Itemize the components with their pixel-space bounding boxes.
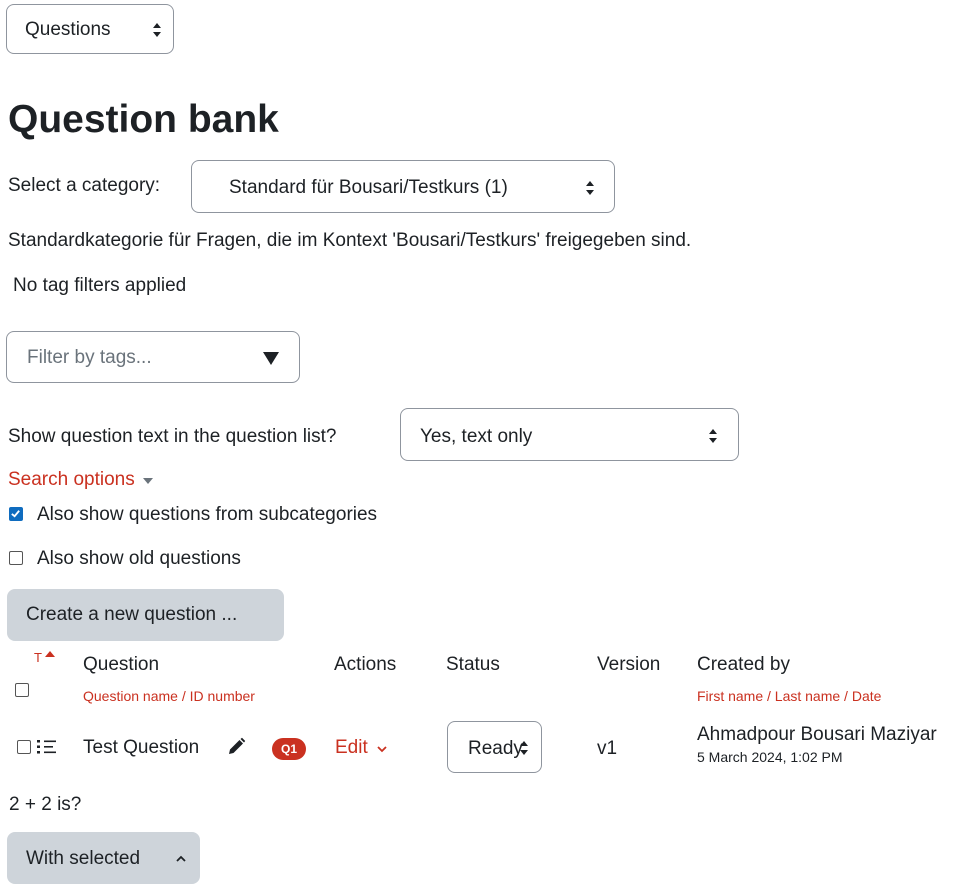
caret-down-icon — [142, 478, 153, 484]
search-options-label: Search options — [8, 469, 135, 490]
type-sort-label: T — [34, 650, 42, 665]
show-text-select-value: Yes, text only — [420, 426, 533, 447]
category-select[interactable]: Standard für Bousari/Testkurs (1) — [191, 160, 615, 213]
show-text-label: Show question text in the question list? — [8, 426, 337, 447]
status-select-value: Ready — [468, 738, 523, 759]
nav-select-value: Questions — [25, 19, 111, 40]
row-select-checkbox[interactable] — [17, 740, 31, 754]
edit-menu-label: Edit — [335, 737, 368, 758]
sort-question-name-link[interactable]: Question name / ID number — [83, 688, 255, 704]
chevron-down-icon — [377, 745, 387, 752]
sort-created-by-link[interactable]: First name / Last name / Date — [697, 688, 881, 704]
updown-arrow-icon — [153, 23, 162, 37]
header-version: Version — [597, 654, 661, 675]
check-icon — [11, 510, 20, 518]
sort-asc-icon — [44, 651, 55, 657]
created-date: 5 March 2024, 1:02 PM — [697, 749, 843, 765]
header-status: Status — [446, 654, 500, 675]
creator-name: Ahmadpour Bousari Maziyar — [697, 724, 937, 745]
with-selected-button[interactable]: With selected — [7, 832, 200, 884]
pencil-edit-icon[interactable] — [226, 737, 246, 757]
edit-menu-toggle[interactable]: Edit — [335, 737, 387, 759]
tag-filter-status: No tag filters applied — [13, 275, 187, 296]
tag-filter-input[interactable]: Filter by tags... — [6, 331, 300, 383]
select-all-checkbox[interactable] — [15, 683, 29, 697]
question-version: v1 — [597, 738, 618, 759]
header-created-by: Created by — [697, 654, 790, 675]
old-questions-checkbox[interactable] — [9, 551, 23, 565]
question-bank-nav-select[interactable]: Questions — [6, 4, 174, 54]
subcategories-checkbox[interactable] — [9, 507, 23, 521]
page-title: Question bank — [8, 98, 279, 141]
search-options-toggle[interactable]: Search options — [8, 469, 153, 491]
question-version-badge: Q1 — [272, 738, 306, 760]
category-description: Standardkategorie für Fragen, die im Kon… — [8, 230, 692, 251]
subcategories-label: Also show questions from subcategories — [37, 504, 378, 525]
badge-label: Q1 — [280, 742, 297, 756]
list-drag-icon[interactable] — [37, 739, 57, 755]
header-actions: Actions — [334, 654, 397, 675]
tag-filter-placeholder: Filter by tags... — [27, 347, 152, 368]
updown-arrow-icon — [520, 741, 529, 755]
old-questions-label: Also show old questions — [37, 548, 241, 569]
header-question: Question — [83, 654, 160, 675]
with-selected-label: With selected — [26, 848, 141, 869]
question-name: Test Question — [83, 737, 200, 758]
category-select-value: Standard für Bousari/Testkurs (1) — [229, 177, 508, 198]
question-text-preview: 2 + 2 is? — [9, 794, 82, 815]
create-question-label: Create a new question ... — [26, 604, 238, 625]
updown-arrow-icon — [709, 429, 718, 443]
type-sort-link[interactable]: T — [34, 650, 55, 665]
updown-arrow-icon — [586, 181, 595, 195]
show-text-select[interactable]: Yes, text only — [400, 408, 739, 461]
create-question-button[interactable]: Create a new question ... — [7, 589, 284, 641]
category-label: Select a category: — [8, 175, 161, 196]
status-select[interactable]: Ready — [447, 721, 542, 773]
dropdown-triangle-icon — [263, 352, 279, 365]
chevron-up-icon — [176, 855, 186, 862]
